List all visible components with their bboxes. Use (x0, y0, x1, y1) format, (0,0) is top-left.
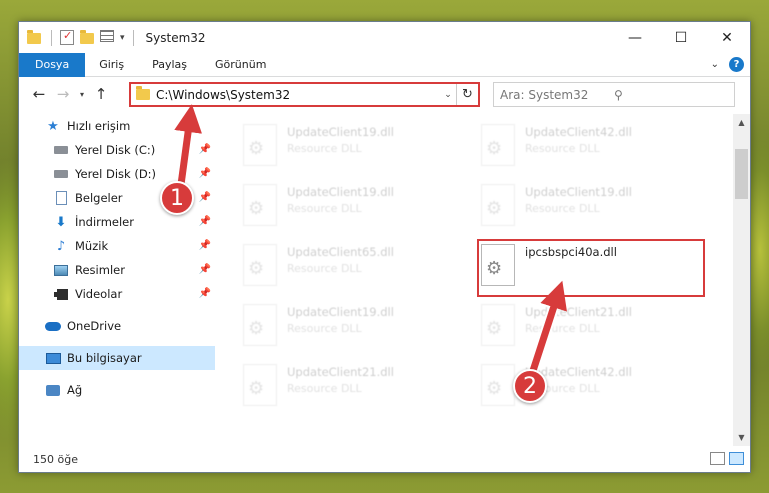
arrow-2 (526, 280, 567, 382)
annotation-arrows (174, 104, 567, 382)
step-badge-2: 2 (513, 369, 547, 403)
step-badge-1: 1 (160, 181, 194, 215)
